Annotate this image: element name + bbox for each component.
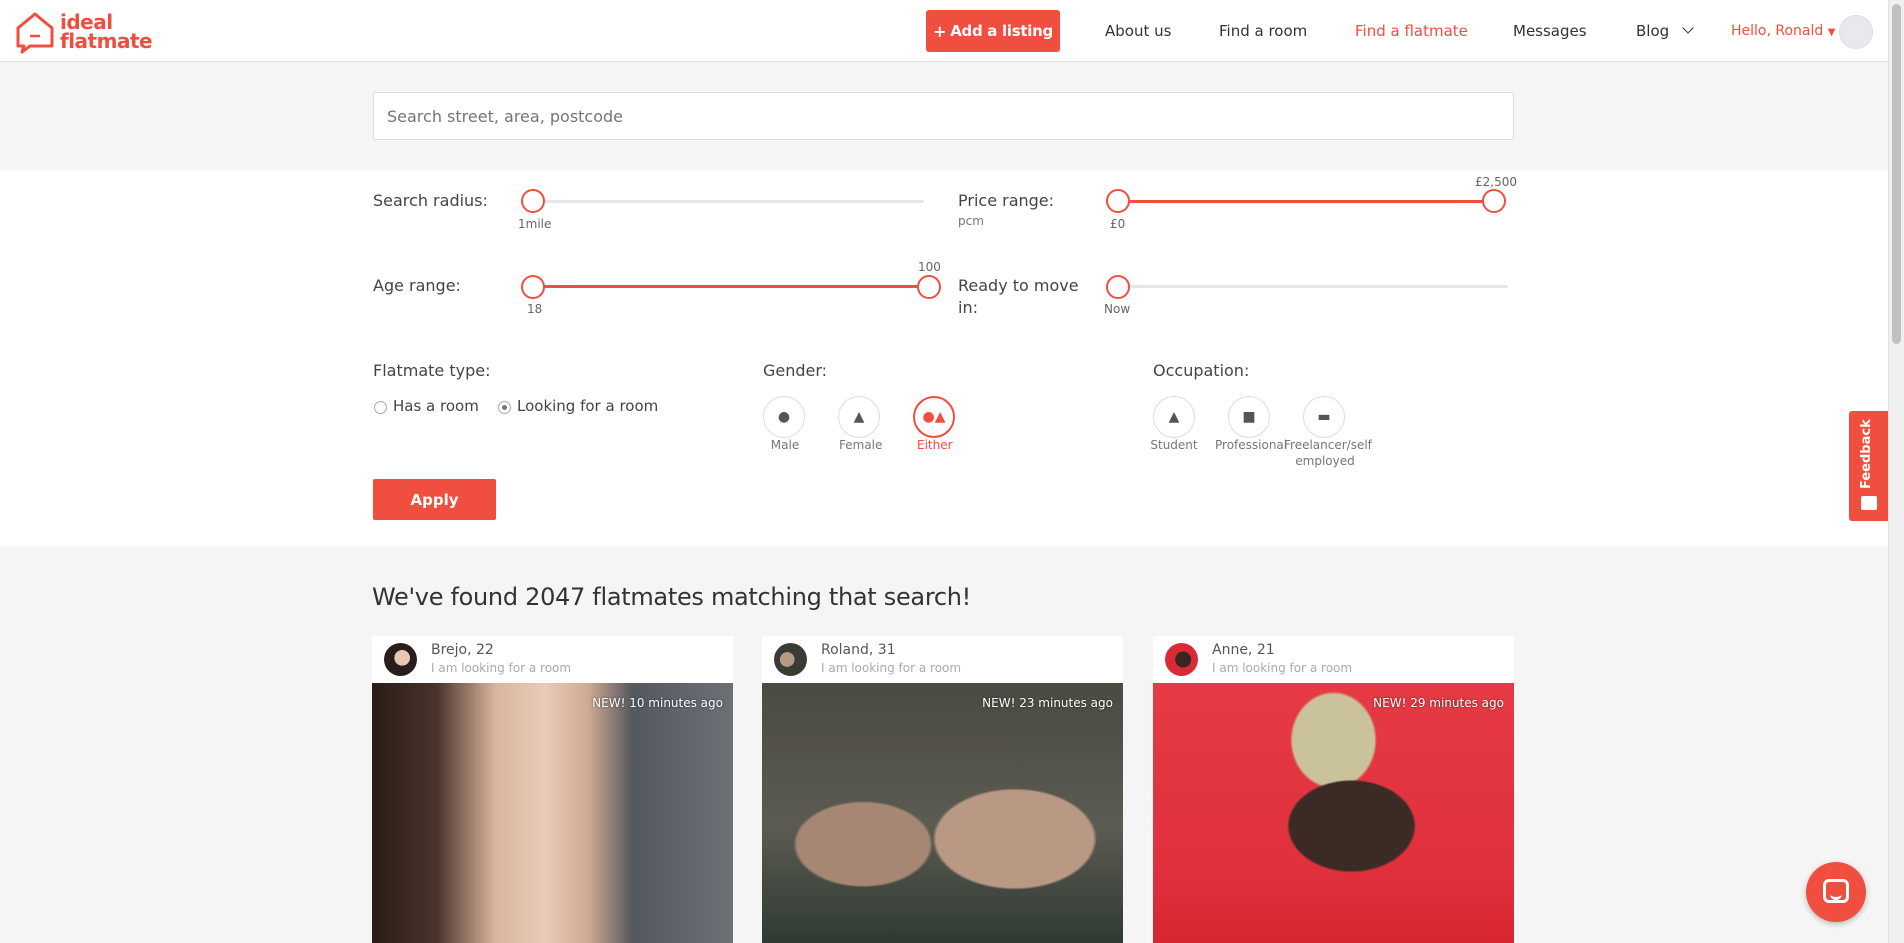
feedback-tab[interactable]: Feedback — [1849, 411, 1888, 521]
radio-has-a-room[interactable] — [374, 401, 387, 414]
price-unit: pcm — [958, 214, 984, 228]
feedback-smile-icon — [1861, 496, 1877, 510]
age-slider-range[interactable] — [532, 285, 928, 288]
card-header: Brejo, 22 I am looking for a room — [372, 636, 733, 683]
occupation-freelancer-label-line-1: Freelancer/self — [1284, 438, 1372, 452]
radius-value: 1mile — [518, 217, 552, 231]
graduation-cap-icon: ▲ — [1168, 409, 1180, 425]
card-photo[interactable] — [1153, 683, 1514, 943]
age-max-handle[interactable] — [917, 275, 941, 299]
card-photo[interactable] — [762, 683, 1123, 943]
caret-down-icon: ▼ — [1827, 27, 1836, 38]
nav-blog-label: Blog — [1636, 22, 1670, 40]
card-header: Anne, 21 I am looking for a room — [1153, 636, 1514, 683]
chat-launcher-button[interactable] — [1806, 862, 1866, 922]
gender-male-label: Male — [770, 438, 800, 452]
gender-female-label: Female — [839, 438, 883, 452]
flatmate-card[interactable]: Brejo, 22 I am looking for a room NEW! 1… — [372, 636, 733, 943]
age-range-label: Age range: — [373, 276, 461, 295]
occupation-professional-button[interactable]: ■ — [1228, 396, 1270, 438]
chat-icon — [1823, 879, 1849, 903]
card-avatar — [384, 643, 417, 676]
move-in-label-line-1: Ready to move — [958, 276, 1079, 295]
card-avatar — [1165, 643, 1198, 676]
nav-find-a-room[interactable]: Find a room — [1219, 22, 1307, 40]
couple-icon: ●▲ — [922, 409, 946, 425]
gender-either-button[interactable]: ●▲ — [913, 396, 955, 438]
gender-male-button[interactable]: ● — [763, 396, 805, 438]
radio-looking-for-a-room[interactable] — [498, 401, 511, 414]
filter-panel — [0, 170, 1888, 546]
occupation-freelancer-button[interactable]: ▬ — [1303, 396, 1345, 438]
price-max-value: £2,500 — [1475, 175, 1517, 189]
card-name: Brejo, 22 — [431, 642, 494, 658]
logo[interactable]: ideal flatmate — [14, 10, 153, 54]
gender-either-label: Either — [917, 438, 953, 452]
occupation-student-button[interactable]: ▲ — [1153, 396, 1195, 438]
card-name: Roland, 31 — [821, 642, 896, 658]
nav-find-a-flatmate[interactable]: Find a flatmate — [1355, 22, 1468, 40]
briefcase-icon: ■ — [1242, 409, 1256, 425]
occupation-freelancer-label-line-2: employed — [1295, 454, 1355, 468]
logo-text: ideal flatmate — [60, 12, 153, 53]
card-new-badge: NEW! 29 minutes ago — [1373, 696, 1504, 710]
price-min-value: £0 — [1110, 217, 1126, 231]
gender-label: Gender: — [763, 361, 828, 380]
flatmate-card[interactable]: Roland, 31 I am looking for a room NEW! … — [762, 636, 1123, 943]
female-icon: ▲ — [853, 409, 865, 425]
laptop-icon: ▬ — [1317, 409, 1331, 425]
occupation-professional-label: Professional — [1215, 438, 1288, 452]
card-new-badge: NEW! 23 minutes ago — [982, 696, 1113, 710]
card-name: Anne, 21 — [1212, 642, 1275, 658]
card-avatar — [774, 643, 807, 676]
price-max-handle[interactable] — [1482, 189, 1506, 213]
search-radius-label: Search radius: — [373, 191, 488, 210]
card-new-badge: NEW! 10 minutes ago — [592, 696, 723, 710]
logo-line-2: flatmate — [60, 29, 153, 53]
male-icon: ● — [777, 409, 791, 425]
house-chat-logo-icon — [16, 12, 54, 54]
card-status: I am looking for a room — [1212, 661, 1353, 675]
feedback-label: Feedback — [1859, 419, 1874, 489]
page-scrollbar[interactable] — [1888, 0, 1904, 943]
price-range-label: Price range: — [958, 191, 1055, 210]
move-in-slider-handle[interactable] — [1106, 275, 1130, 299]
nav-blog[interactable]: Blog — [1636, 22, 1694, 40]
radius-slider-track[interactable] — [532, 200, 924, 203]
search-input[interactable] — [373, 92, 1514, 140]
flatmate-card[interactable]: Anne, 21 I am looking for a room NEW! 29… — [1153, 636, 1514, 943]
price-min-handle[interactable] — [1106, 189, 1130, 213]
age-min-value: 18 — [527, 302, 543, 316]
has-a-room-label[interactable]: Has a room — [393, 397, 479, 415]
add-listing-button[interactable]: + Add a listing — [926, 10, 1060, 52]
move-in-label-line-2: in: — [958, 298, 978, 317]
move-in-slider-track[interactable] — [1118, 285, 1508, 288]
add-listing-label: Add a listing — [950, 22, 1053, 40]
top-navbar: ideal flatmate + Add a listing About us … — [0, 0, 1888, 62]
results-heading: We've found 2047 flatmates matching that… — [372, 583, 971, 611]
age-min-handle[interactable] — [521, 275, 545, 299]
card-status: I am looking for a room — [431, 661, 572, 675]
card-status: I am looking for a room — [821, 661, 962, 675]
price-slider-range[interactable] — [1118, 200, 1494, 203]
scrollbar-thumb[interactable] — [1892, 4, 1901, 344]
age-max-value: 100 — [918, 260, 941, 274]
flatmate-type-label: Flatmate type: — [373, 361, 491, 380]
user-menu[interactable]: Hello, Ronald ▼ — [1731, 23, 1835, 39]
looking-for-a-room-label[interactable]: Looking for a room — [517, 397, 658, 415]
occupation-label: Occupation: — [1153, 361, 1250, 380]
card-header: Roland, 31 I am looking for a room — [762, 636, 1123, 683]
card-photo[interactable] — [372, 683, 733, 943]
gender-female-button[interactable]: ▲ — [838, 396, 880, 438]
plus-icon: + — [933, 21, 947, 41]
apply-button[interactable]: Apply — [373, 479, 496, 520]
radius-slider-handle[interactable] — [521, 189, 545, 213]
user-greeting: Hello, Ronald — [1731, 23, 1824, 39]
occupation-student-label: Student — [1150, 438, 1198, 452]
move-in-value: Now — [1104, 302, 1131, 316]
nav-messages[interactable]: Messages — [1513, 22, 1587, 40]
chevron-down-icon — [1682, 22, 1694, 34]
avatar[interactable] — [1839, 15, 1873, 49]
nav-about-us[interactable]: About us — [1105, 22, 1171, 40]
